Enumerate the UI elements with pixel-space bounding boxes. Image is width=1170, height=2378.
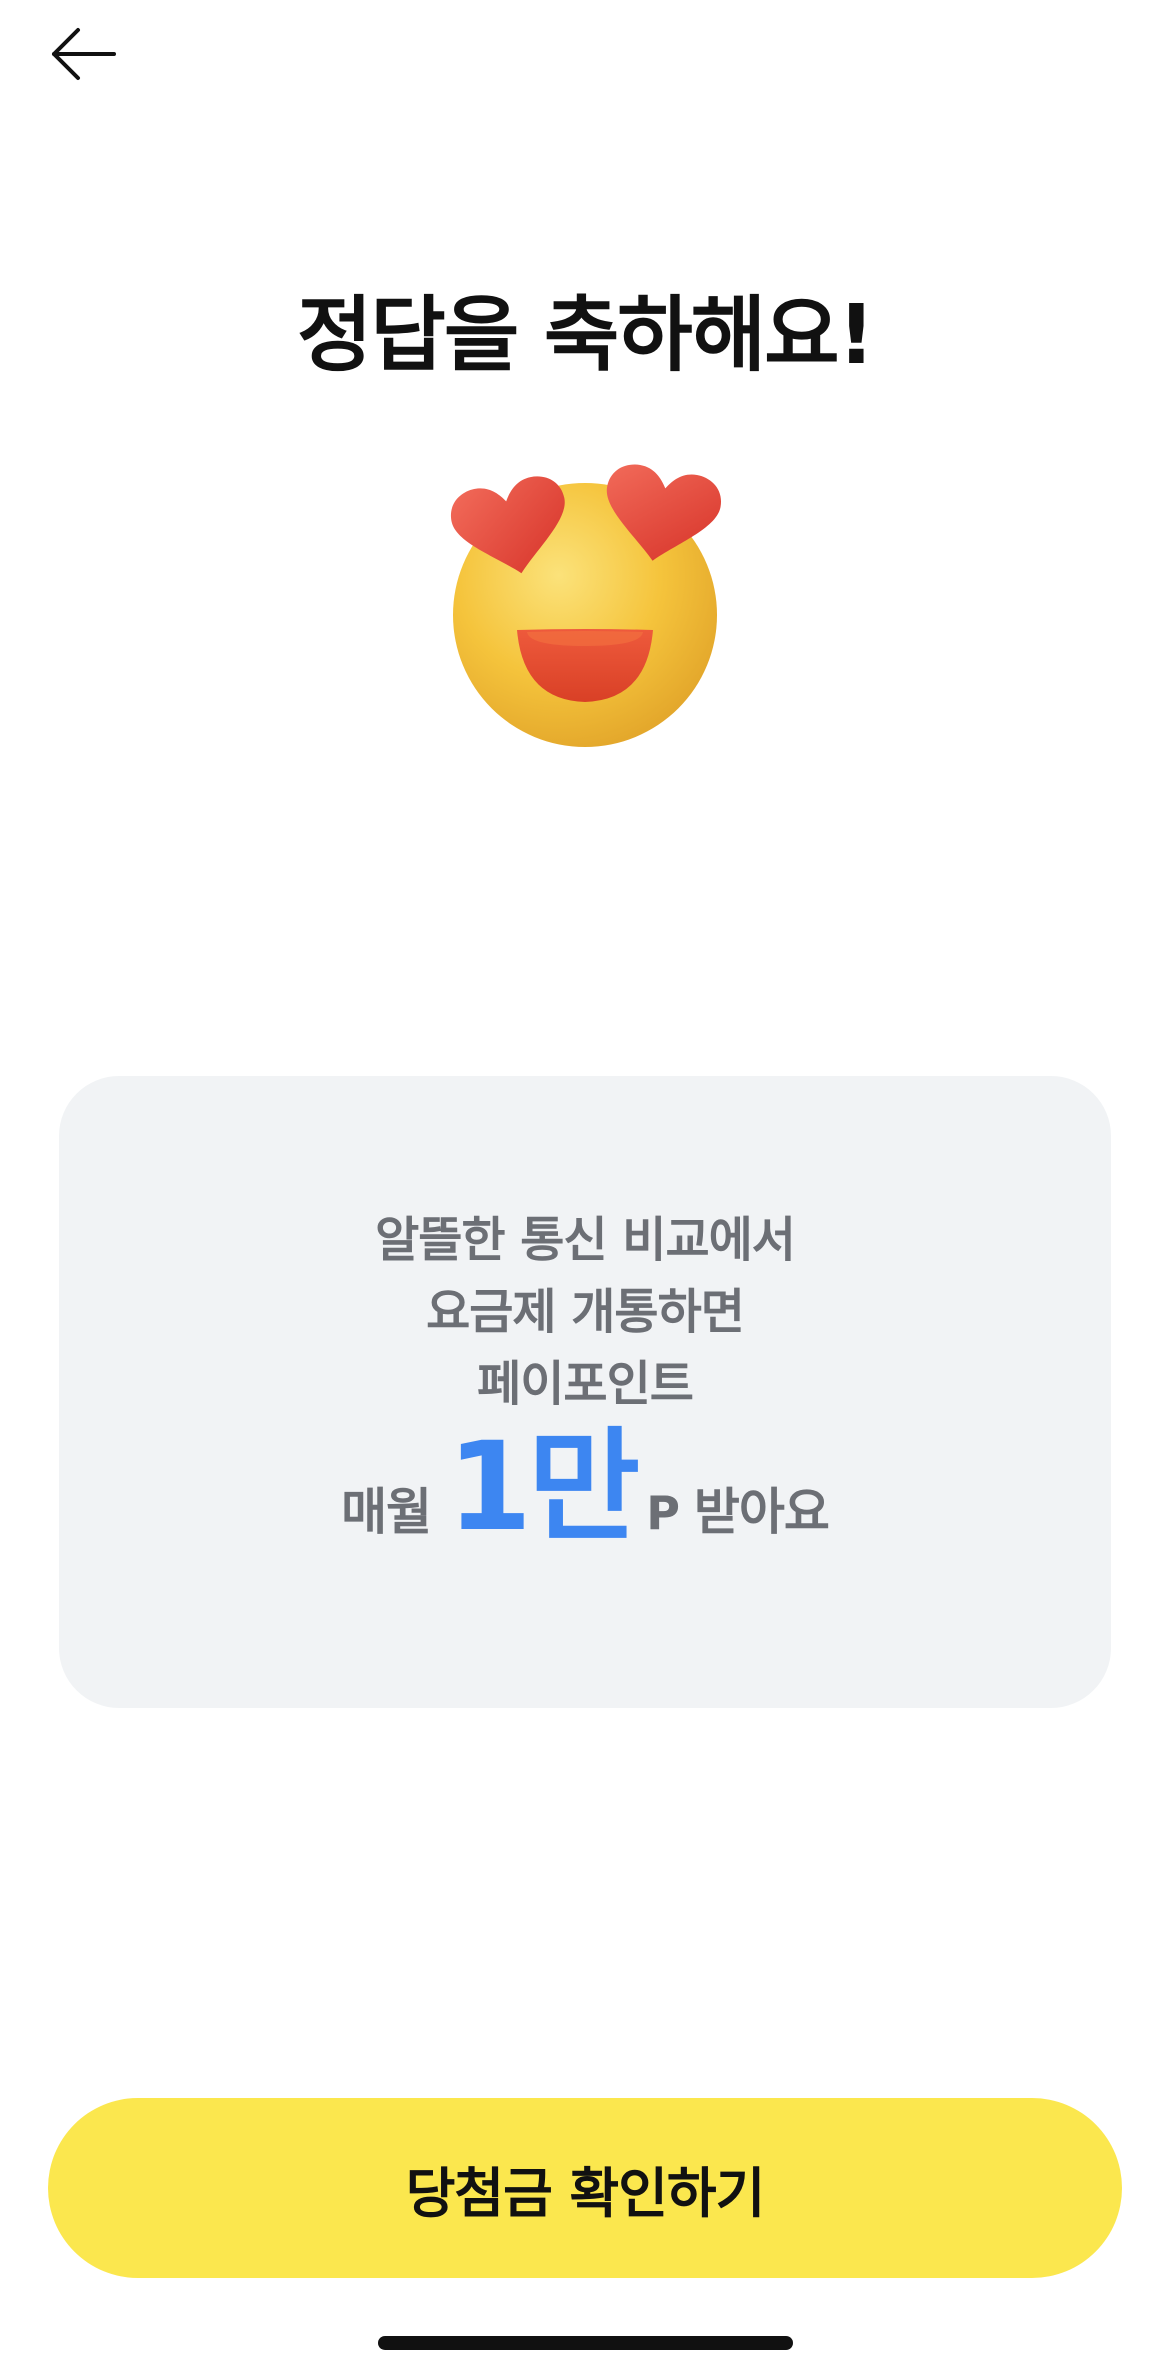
promo-line-2: 요금제 개통하면: [426, 1284, 745, 1340]
reward-unit: P: [646, 1486, 680, 1540]
reward-suffix: 받아요: [693, 1483, 830, 1541]
promo-card: 알뜰한 통신 비교에서 요금제 개통하면 페이포인트 매월 1만 P 받아요: [59, 1076, 1111, 1708]
reward-amount: 1만: [447, 1416, 640, 1558]
page: 정답을 축하해요! 알뜰한 통신 비교에서 요금제 개통하면 페이포인트 매월 …: [0, 0, 1170, 2378]
arrow-left-icon: [52, 28, 116, 80]
back-button[interactable]: [44, 20, 124, 90]
check-prize-button[interactable]: 당첨금 확인하기: [48, 2098, 1122, 2278]
home-indicator: [378, 2336, 793, 2350]
reward-line: 매월 1만 P 받아요: [59, 1426, 1111, 1566]
page-title: 정답을 축하해요!: [296, 288, 875, 383]
heart-eyes-emoji-icon: [435, 450, 735, 750]
promo-line-3: 페이포인트: [477, 1356, 694, 1412]
reward-prefix: 매월: [341, 1483, 432, 1541]
promo-line-1: 알뜰한 통신 비교에서: [375, 1212, 796, 1268]
